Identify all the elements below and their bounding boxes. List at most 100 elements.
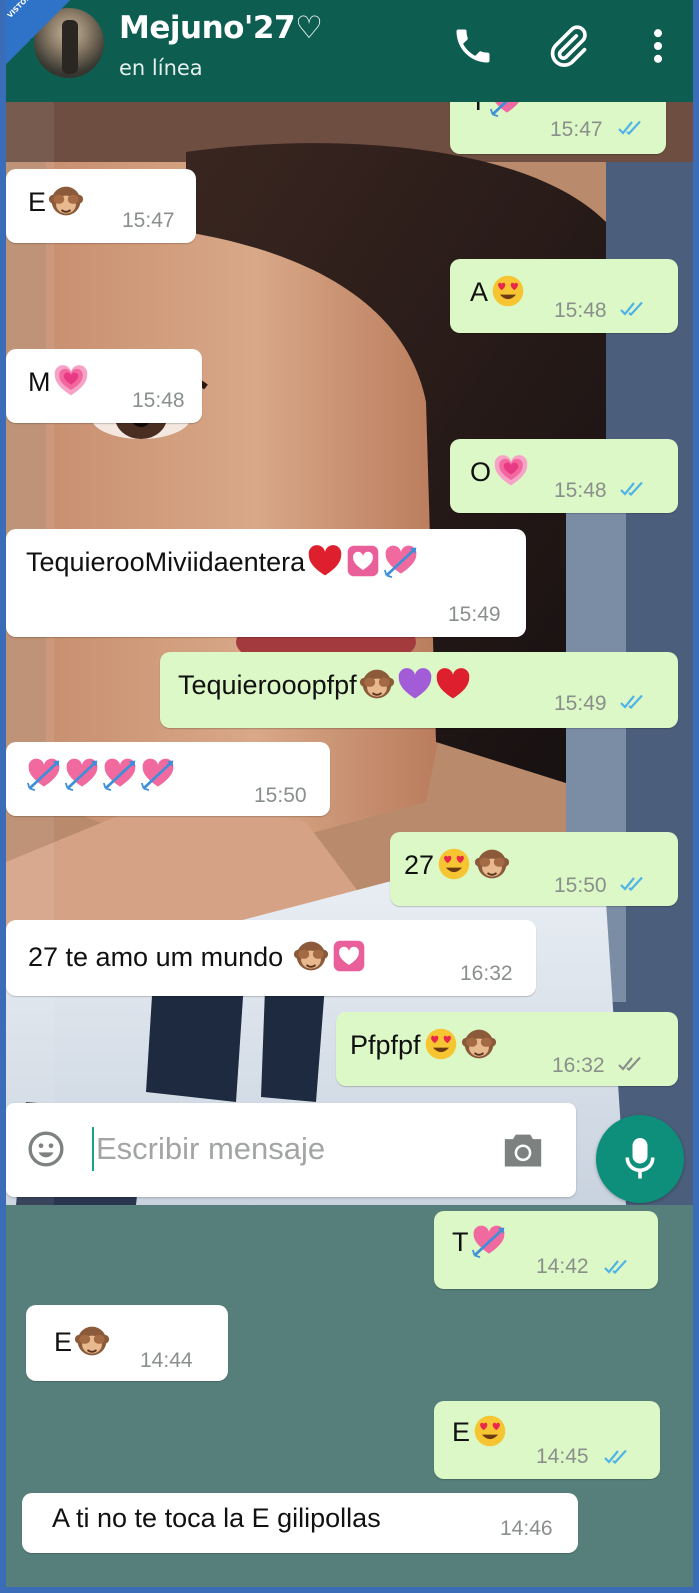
incoming-message-bubble[interactable]: 27 te amo um mundo 16:32 — [6, 920, 536, 996]
message-content: E — [28, 183, 84, 219]
message-time: 15:50 — [554, 874, 607, 897]
outgoing-message-bubble[interactable]: 27 15:50 — [390, 832, 678, 906]
phone-icon[interactable] — [451, 24, 495, 68]
heart-box-icon — [331, 938, 367, 974]
heart-eyes-icon — [490, 273, 526, 309]
message-text: E — [54, 1327, 73, 1357]
message-text: T — [470, 102, 487, 116]
message-content: M — [28, 363, 89, 399]
growing-heart-icon — [493, 453, 529, 489]
message-content: E — [54, 1323, 110, 1359]
more-menu-icon[interactable] — [636, 24, 680, 68]
heart-arrow-icon — [471, 1223, 507, 1259]
see-no-evil-monkey-icon — [293, 938, 329, 974]
incoming-message-bubble[interactable]: A ti no te toca la E gilipollas 14:46 — [22, 1493, 578, 1553]
incoming-message-bubble[interactable]: E 14:44 — [26, 1305, 228, 1381]
purple-heart-icon — [397, 666, 433, 702]
read-receipt-icon — [620, 301, 646, 317]
message-content: O — [470, 453, 529, 489]
message-text: A — [470, 277, 489, 307]
message-time: 15:48 — [554, 479, 607, 502]
message-content: A ti no te toca la E gilipollas — [52, 1503, 381, 1534]
message-time: 16:32 — [552, 1054, 605, 1077]
heart-eyes-icon — [472, 1413, 508, 1449]
chat-screenshot: Mejuno'27♡ en línea 15:47 E 15:47 A 15:4… — [6, 0, 693, 1587]
attach-clip-icon[interactable] — [546, 24, 590, 68]
message-input[interactable] — [96, 1129, 476, 1169]
watermark-text: VISTOENLASREDES — [6, 0, 65, 20]
message-text: M — [28, 367, 51, 397]
outgoing-message-bubble[interactable]: E 14:45 — [434, 1401, 660, 1479]
heart-box-icon — [345, 543, 381, 579]
outgoing-message-bubble[interactable]: T 15:47 — [450, 102, 666, 154]
message-time: 14:45 — [536, 1445, 589, 1468]
message-text: 27 — [404, 850, 435, 880]
camera-icon[interactable] — [501, 1131, 545, 1171]
message-content — [24, 756, 176, 792]
read-receipt-icon — [604, 1449, 630, 1465]
outgoing-message-bubble[interactable]: O 15:48 — [450, 439, 678, 513]
message-time: 15:50 — [254, 784, 307, 807]
message-content: A — [470, 273, 526, 309]
emoji-smile-icon[interactable] — [26, 1129, 66, 1169]
message-time: 15:47 — [550, 118, 603, 141]
message-text: T — [452, 1227, 469, 1257]
read-receipt-icon — [604, 1259, 630, 1275]
message-content: Pfpfpf — [350, 1026, 497, 1062]
message-composer — [6, 1103, 576, 1197]
message-text: A ti no te toca la E gilipollas — [52, 1503, 381, 1533]
incoming-message-bubble[interactable]: 15:50 — [6, 742, 330, 816]
read-receipt-icon — [620, 694, 646, 710]
message-time: 16:32 — [460, 962, 513, 985]
mic-button[interactable] — [596, 1115, 684, 1203]
message-text: O — [470, 457, 492, 487]
read-receipt-icon — [620, 876, 646, 892]
message-content: E — [452, 1413, 508, 1449]
contact-name[interactable]: Mejuno'27♡ — [119, 10, 323, 46]
message-text: Pfpfpf — [350, 1030, 421, 1060]
outgoing-message-bubble[interactable]: Pfpfpf 16:32 — [336, 1012, 678, 1086]
message-time: 15:49 — [554, 692, 607, 715]
see-no-evil-monkey-icon — [48, 183, 84, 219]
message-content: Tequierooopfpf — [178, 666, 471, 702]
message-content: T — [452, 1223, 507, 1259]
watermark-badge: VISTOENLASREDES — [6, 0, 70, 64]
delivered-receipt-icon — [618, 1056, 644, 1072]
message-time: 15:47 — [122, 209, 175, 232]
message-time: 14:46 — [500, 1517, 553, 1540]
red-heart-icon — [307, 543, 343, 579]
outgoing-message-bubble[interactable]: A 15:48 — [450, 259, 678, 333]
red-heart-icon — [435, 666, 471, 702]
message-time: 15:48 — [554, 299, 607, 322]
message-text: E — [452, 1417, 471, 1447]
read-receipt-icon — [618, 120, 644, 136]
contact-status: en línea — [119, 56, 203, 80]
message-content: T — [470, 102, 525, 118]
chat-area-plain[interactable]: T 14:42 E 14:44 E 14:45 A ti no te toca la E g… — [6, 1205, 693, 1587]
see-no-evil-monkey-icon — [474, 846, 510, 882]
microphone-icon — [625, 1138, 655, 1179]
heart-eyes-icon — [423, 1026, 459, 1062]
see-no-evil-monkey-icon — [461, 1026, 497, 1062]
message-content: TequierooMiviidaentera — [26, 543, 419, 579]
heart-arrow-icon — [383, 543, 419, 579]
message-text: 27 te amo um mundo — [28, 942, 291, 972]
chat-area-wallpaper[interactable]: T 15:47 E 15:47 A 15:48 M 15:48 O 15:48 TequierooM… — [6, 102, 693, 1205]
heart-eyes-icon — [436, 846, 472, 882]
incoming-message-bubble[interactable]: M 15:48 — [6, 349, 202, 423]
message-content: 27 te amo um mundo — [28, 938, 367, 974]
heart-arrow-icon — [26, 756, 62, 792]
outgoing-message-bubble[interactable]: T 14:42 — [434, 1211, 658, 1289]
message-time: 14:44 — [140, 1349, 193, 1372]
read-receipt-icon — [620, 481, 646, 497]
incoming-message-bubble[interactable]: TequierooMiviidaentera 15:49 — [6, 529, 526, 637]
message-text: Tequierooopfpf — [178, 670, 357, 700]
outgoing-message-bubble[interactable]: Tequierooopfpf 15:49 — [160, 652, 678, 728]
message-time: 15:48 — [132, 389, 185, 412]
message-content: 27 — [404, 846, 510, 882]
growing-heart-icon — [53, 363, 89, 399]
message-text: E — [28, 187, 47, 217]
incoming-message-bubble[interactable]: E 15:47 — [6, 169, 196, 243]
heart-arrow-icon — [64, 756, 100, 792]
heart-arrow-icon — [489, 102, 525, 118]
